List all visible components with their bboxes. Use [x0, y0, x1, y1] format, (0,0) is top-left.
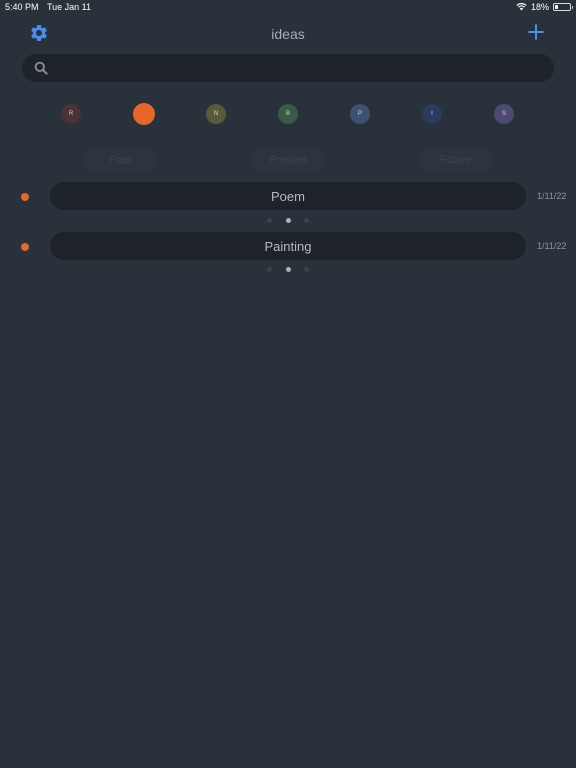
status-time: 5:40 PM	[5, 2, 39, 12]
page-dot[interactable]	[267, 267, 272, 272]
plus-icon	[528, 24, 544, 40]
color-filter-p[interactable]: P	[350, 104, 370, 124]
status-indicators: 18%	[516, 2, 573, 12]
color-filter-i[interactable]: I	[422, 104, 442, 124]
color-filter-b[interactable]: B	[278, 104, 298, 124]
add-idea-button[interactable]	[527, 23, 545, 41]
page-dot[interactable]	[304, 267, 309, 272]
wifi-icon	[516, 3, 527, 11]
color-filter-s[interactable]: S	[494, 104, 514, 124]
tab-present[interactable]: Present	[252, 148, 324, 172]
tab-future[interactable]: Future	[420, 148, 492, 172]
idea-color-dot	[21, 243, 29, 251]
page-dot[interactable]	[304, 218, 309, 223]
color-filter-r[interactable]: R	[61, 104, 81, 124]
list-item: Poem 1/11/22	[0, 182, 576, 212]
idea-date: 1/11/22	[537, 241, 567, 251]
tab-past[interactable]: Past	[84, 148, 156, 172]
page-indicator	[0, 267, 576, 273]
idea-date: 1/11/22	[537, 191, 567, 201]
idea-title-button[interactable]: Painting	[50, 232, 526, 260]
idea-title-button[interactable]: Poem	[50, 182, 526, 210]
page-title: ideas	[271, 26, 305, 42]
battery-percent: 18%	[530, 2, 549, 12]
page-indicator	[0, 218, 576, 224]
battery-fill	[555, 5, 558, 9]
color-filter-n[interactable]: N	[206, 104, 226, 124]
color-filter-orange[interactable]	[133, 103, 155, 125]
page-dot-active[interactable]	[286, 218, 291, 223]
page-dot[interactable]	[267, 218, 272, 223]
search-input[interactable]	[56, 54, 540, 84]
idea-color-dot	[21, 193, 29, 201]
list-item: Painting 1/11/22	[0, 232, 576, 262]
search-icon	[34, 61, 48, 75]
status-bar: 5:40 PM Tue Jan 11 18%	[0, 0, 576, 14]
battery-icon	[553, 3, 573, 11]
page-dot-active[interactable]	[286, 267, 291, 272]
status-date: Tue Jan 11	[47, 2, 92, 12]
search-bar[interactable]	[22, 54, 554, 84]
